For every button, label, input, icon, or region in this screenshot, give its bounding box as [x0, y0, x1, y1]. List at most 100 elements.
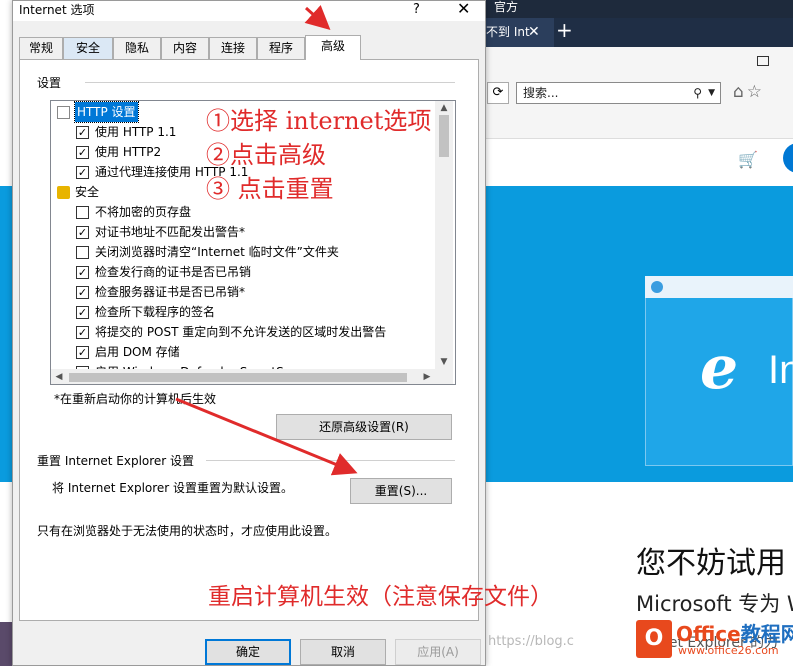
reset-note: 只有在浏览器处于无法使用的状态时，才应使用此设置。 — [37, 524, 338, 538]
settings-option[interactable]: ✓ 检查发行商的证书是否已吊销 — [51, 262, 435, 282]
scroll-thumb[interactable] — [439, 115, 449, 157]
scroll-up-icon[interactable]: ▲ — [435, 101, 453, 115]
settings-option[interactable]: 关闭浏览器时清空“Internet 临时文件”文件夹 — [51, 242, 435, 262]
logo-name: Office教程网 — [676, 618, 793, 647]
browser-toolbar-icons: ⌂☆ — [733, 82, 765, 102]
close-icon[interactable]: ✕ — [457, 0, 470, 19]
back-icon — [651, 281, 663, 293]
internet-options-dialog: Internet 选项 ? ✕ 常规 安全 隐私 内容 连接 程序 高级 设置 … — [12, 0, 486, 666]
settings-option[interactable]: ✓ 将提交的 POST 重定向到不允许发送的区域时发出警告 — [51, 322, 435, 342]
checkbox-checked[interactable]: ✓ — [76, 266, 89, 279]
ok-button[interactable]: 确定 — [205, 639, 291, 665]
tab-privacy[interactable]: 隐私 — [113, 37, 161, 59]
scroll-thumb-horizontal[interactable] — [69, 373, 407, 382]
settings-group-label: 设置 — [37, 76, 62, 90]
settings-option-label: 将提交的 POST 重定向到不允许发送的区域时发出警告 — [95, 325, 387, 339]
document-icon — [57, 106, 70, 119]
scroll-left-icon[interactable]: ◀ — [51, 369, 67, 384]
restore-advanced-settings-button[interactable]: 还原高级设置(R) — [276, 414, 452, 440]
checkbox-checked[interactable]: ✓ — [76, 306, 89, 319]
refresh-icon[interactable]: ⟳ — [487, 82, 509, 104]
checkbox-unchecked[interactable] — [76, 246, 89, 259]
tab-connections[interactable]: 连接 — [209, 37, 257, 59]
checkbox-checked[interactable]: ✓ — [76, 226, 89, 239]
settings-option-label: 不将加密的页存盘 — [95, 205, 192, 219]
new-tab-icon[interactable]: + — [556, 20, 573, 40]
settings-option[interactable]: 启用 Windows Defender SmartScreen — [51, 362, 435, 369]
settings-option-label: 对证书地址不匹配发出警告* — [95, 225, 246, 239]
blog-watermark: https://blog.c — [488, 634, 574, 649]
checkbox-checked[interactable]: ✓ — [76, 166, 89, 179]
settings-option-label: 关闭浏览器时清空“Internet 临时文件”文件夹 — [95, 245, 339, 259]
browser-tab-bar: 不到 Int — [470, 18, 793, 47]
checkbox-checked[interactable]: ✓ — [76, 286, 89, 299]
checkbox-checked[interactable]: ✓ — [76, 346, 89, 359]
home-icon[interactable]: ⌂ — [733, 82, 747, 102]
hero-illustration-toolbar — [645, 276, 793, 298]
cancel-button[interactable]: 取消 — [300, 639, 386, 665]
lock-icon — [57, 186, 70, 199]
settings-category-label: 安全 — [75, 185, 100, 199]
favorites-star-icon[interactable]: ☆ — [747, 82, 765, 102]
annotation-step-1: ①选择 internet选项 — [206, 107, 432, 135]
settings-group-divider — [85, 82, 455, 83]
ie-logo-icon: e — [700, 333, 739, 403]
settings-option[interactable]: ✓ 检查所下载程序的签名 — [51, 302, 435, 322]
tab-advanced[interactable]: 高级 — [305, 35, 361, 60]
chevron-down-icon[interactable]: ▼ — [708, 83, 715, 103]
annotation-restart-note: 重启计算机生效（注意保存文件） — [208, 584, 553, 610]
maximize-icon[interactable] — [757, 56, 769, 66]
reset-description: 将 Internet Explorer 设置重置为默认设置。 — [52, 481, 294, 495]
vertical-scrollbar[interactable]: ▲ ▼ — [435, 101, 453, 369]
page-headline: 您不妨试用 — [636, 546, 786, 581]
annotation-step-3: ③ 点击重置 — [206, 175, 334, 203]
checkbox-checked[interactable]: ✓ — [76, 146, 89, 159]
search-placeholder: 搜索... — [523, 86, 559, 100]
logo-name-jiaocheng: 教程网 — [740, 622, 793, 646]
office-logo-icon: O — [636, 620, 672, 658]
scroll-right-icon[interactable]: ▶ — [419, 369, 435, 384]
tab-general[interactable]: 常规 — [19, 37, 63, 59]
dialog-title-bar: Internet 选项 ? ✕ — [13, 0, 485, 21]
apply-button[interactable]: 应用(A) — [395, 639, 481, 665]
tab-programs[interactable]: 程序 — [257, 37, 305, 59]
reset-group-label: 重置 Internet Explorer 设置 — [37, 454, 195, 468]
horizontal-scrollbar[interactable]: ◀ ▶ — [51, 369, 453, 384]
settings-option[interactable]: ✓ 启用 DOM 存储 — [51, 342, 435, 362]
logo-url: www.office26.com — [678, 644, 779, 657]
settings-option-label: 检查发行商的证书是否已吊销 — [95, 265, 252, 279]
browser-tab[interactable]: 不到 Int — [480, 18, 554, 47]
settings-category-label: HTTP 设置 — [74, 101, 139, 123]
settings-option-label: 检查所下载程序的签名 — [95, 305, 216, 319]
office26-logo: O Office教程网 www.office26.com — [632, 616, 793, 666]
checkbox-unchecked[interactable] — [76, 206, 89, 219]
settings-option-label: 启用 Windows Defender SmartScreen — [95, 362, 317, 369]
help-icon[interactable]: ? — [413, 1, 420, 19]
restart-note: *在重新启动你的计算机后生效 — [54, 392, 217, 406]
settings-option[interactable]: ✓ 检查服务器证书是否已吊销* — [51, 282, 435, 302]
browser-title: 官方 — [494, 0, 519, 14]
settings-option-label: 启用 DOM 存储 — [95, 345, 180, 359]
reset-button[interactable]: 重置(S)... — [350, 478, 452, 504]
settings-option[interactable]: 不将加密的页存盘 — [51, 202, 435, 222]
checkbox-checked[interactable]: ✓ — [76, 126, 89, 139]
settings-option-label: 检查服务器证书是否已吊销* — [95, 285, 246, 299]
settings-option-label: 使用 HTTP2 — [95, 145, 162, 159]
tab-content[interactable]: 内容 — [161, 37, 209, 59]
browser-search-input[interactable]: 搜索... ⚲ ▼ — [516, 82, 721, 104]
tab-security[interactable]: 安全 — [63, 37, 113, 59]
page-subheadline: Microsoft 专为 W — [636, 592, 793, 616]
reset-group-divider — [206, 460, 455, 461]
search-icon[interactable]: ⚲ — [693, 83, 702, 103]
browser-title-bar: 官方 — [470, 0, 793, 18]
logo-name-office: Office — [676, 622, 741, 646]
hero-logo-text: In — [768, 348, 793, 392]
dialog-title: Internet 选项 — [19, 3, 95, 17]
tab-close-icon[interactable]: ✕ — [528, 24, 540, 40]
annotation-step-2: ②点击高级 — [206, 141, 326, 169]
settings-option[interactable]: ✓ 对证书地址不匹配发出警告* — [51, 222, 435, 242]
cart-icon[interactable]: 🛒 — [738, 150, 758, 169]
scroll-down-icon[interactable]: ▼ — [435, 355, 453, 369]
checkbox-checked[interactable]: ✓ — [76, 326, 89, 339]
settings-option-label: 使用 HTTP 1.1 — [95, 125, 177, 139]
